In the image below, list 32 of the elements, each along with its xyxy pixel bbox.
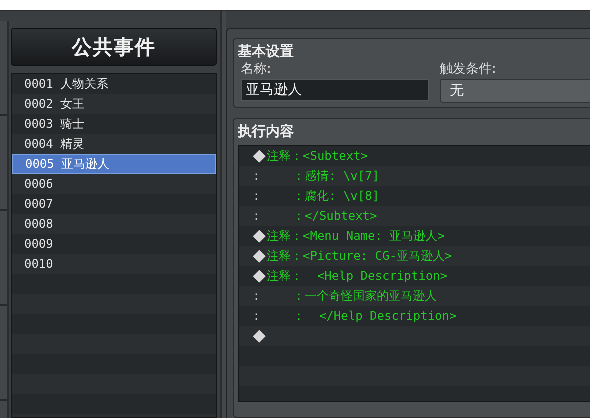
event-item[interactable]: 0002 女王 [12,94,216,114]
command-text: ：腐化: \v[8] [292,188,380,204]
event-item[interactable]: 0004 精灵 [12,134,216,154]
continuation-mark: : [253,209,262,223]
command-text: ：感情: \v[7] [292,168,380,184]
name-field[interactable]: 亚马逊人 [241,79,429,101]
continuation-mark: : [253,309,262,323]
command-text: ： </Help Description> [292,308,457,324]
event-item[interactable]: 0008 [12,214,216,234]
command-text: 注释：<Subtext> [267,148,368,164]
splitter[interactable] [216,11,226,418]
event-item[interactable]: 0010 [12,254,216,274]
event-item[interactable]: 0003 骑士 [12,114,216,134]
command-text: ：一个奇怪国家的亚马逊人 [292,288,437,304]
continuation-mark: : [253,169,262,183]
command-text: 注释：<Picture: CG-亚马逊人> [267,248,452,264]
continuation-mark: : [253,189,262,203]
event-item[interactable]: 0006 [12,174,216,194]
event-item[interactable]: 0007 [12,194,216,214]
command-text: ：</Subtext> [292,208,378,224]
command-text: 注释： <Help Description> [267,268,448,284]
group-title: 执行内容 [238,123,295,141]
event-item[interactable]: 0005 亚马逊人 [12,154,216,174]
name-label: 名称: [241,61,272,79]
event-item[interactable]: 0001 人物关系 [12,74,216,94]
panel-title: 公共事件 [11,28,217,66]
group-title: 基本设置 [238,43,295,61]
event-item[interactable]: 0009 [12,234,216,254]
command-text: 注释：<Menu Name: 亚马逊人> [267,228,445,244]
trigger-dropdown[interactable]: 无 [440,79,590,103]
trigger-label: 触发条件: [440,61,498,79]
continuation-mark: : [253,289,262,303]
